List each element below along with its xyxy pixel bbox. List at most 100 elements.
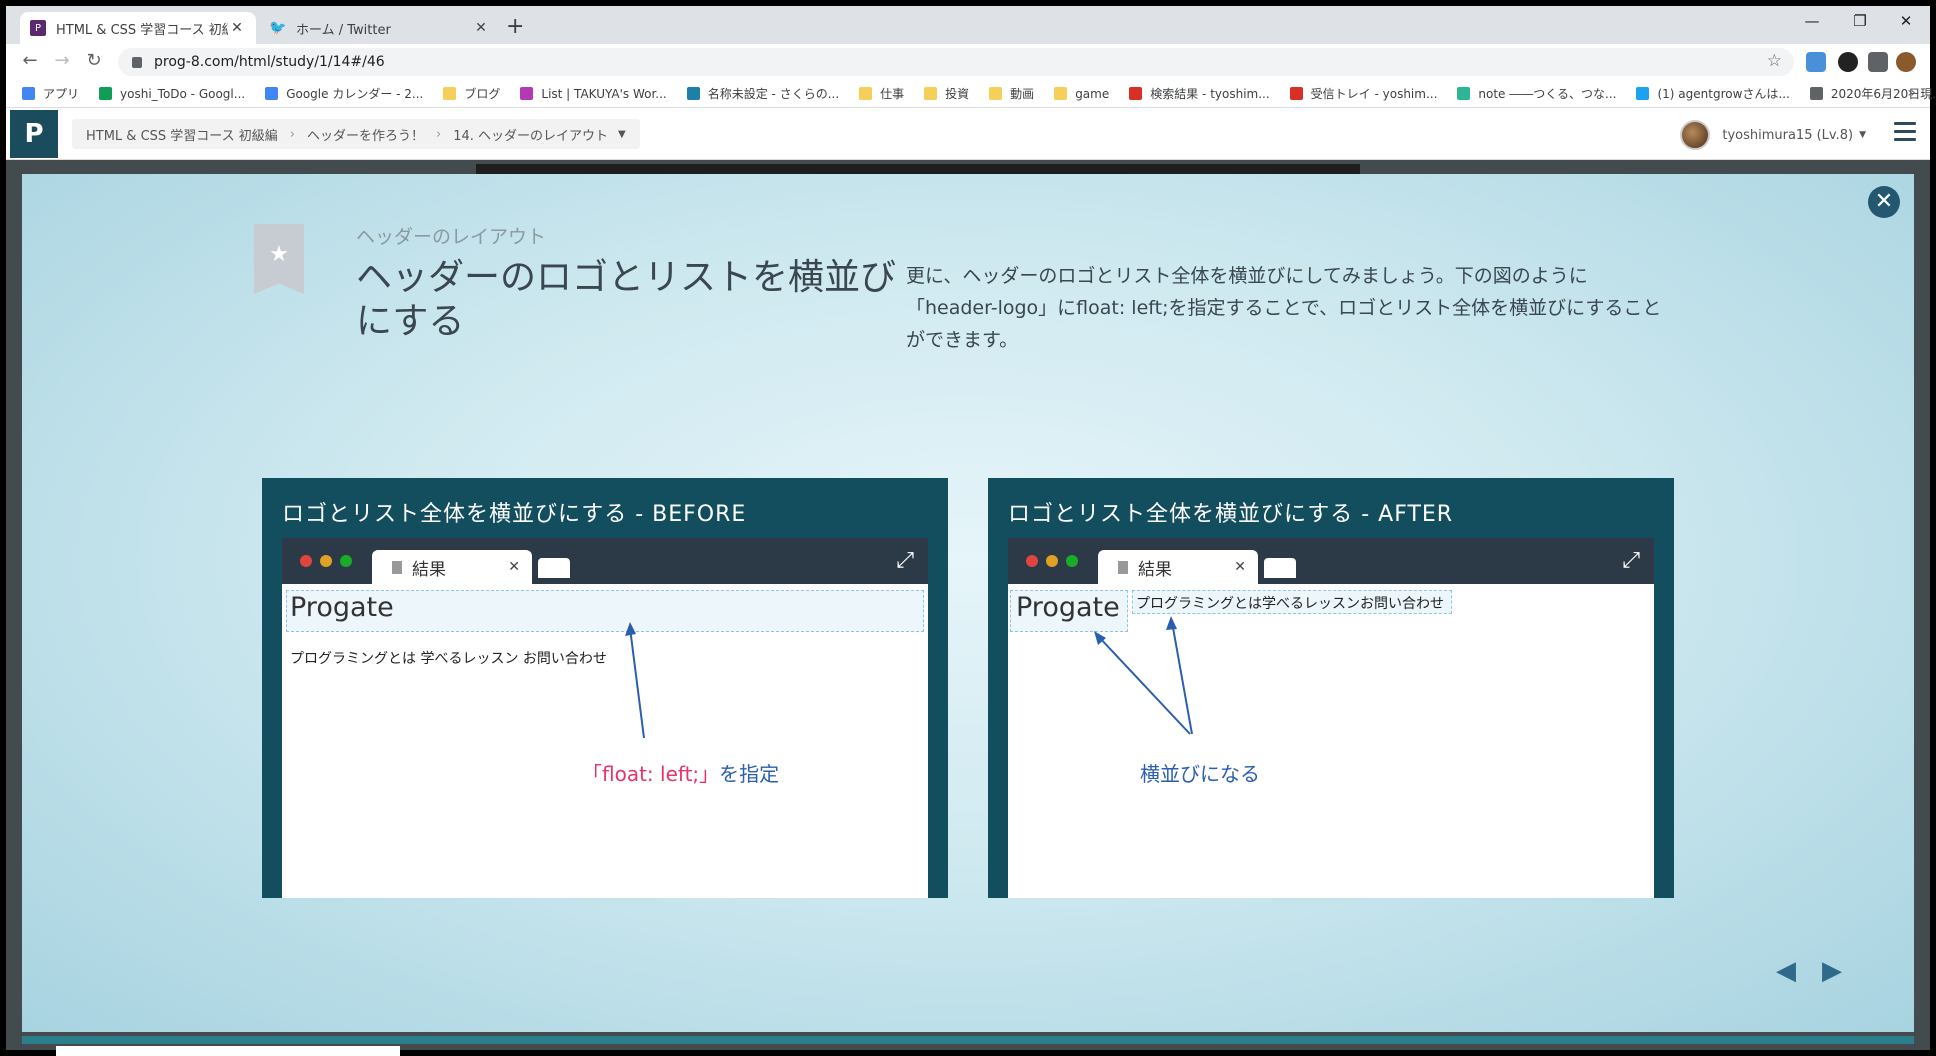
- twitter-icon: [1636, 87, 1650, 100]
- bookmark-item[interactable]: ブログ: [443, 85, 500, 102]
- bookmark-label: 検索結果 - tyoshim...: [1150, 87, 1270, 101]
- arrow-icon: [625, 622, 645, 739]
- browser-tab-strip: P HTML & CSS 学習コース 初級編 | ✕ 🐦 ホーム / Twitt…: [6, 6, 1930, 44]
- bookmark-item[interactable]: game: [1054, 87, 1109, 101]
- breadcrumb: HTML & CSS 学習コース 初級編 › ヘッダーを作ろう！ › 14. ヘ…: [72, 119, 640, 149]
- bookmark-item[interactable]: 動画: [989, 85, 1034, 102]
- bookmark-item[interactable]: 検索結果 - tyoshim...: [1129, 85, 1270, 102]
- menu-icon[interactable]: [1894, 122, 1916, 146]
- caret-down-icon[interactable]: ▼: [618, 129, 626, 140]
- chevron-right-icon: ›: [436, 126, 442, 142]
- browser-tab-progate[interactable]: P HTML & CSS 学習コース 初級編 | ✕: [20, 12, 256, 44]
- globe-icon: [1809, 87, 1823, 100]
- close-modal-button[interactable]: ✕: [1868, 186, 1900, 218]
- after-diagram: ロゴとリスト全体を横並びにする - AFTER 結果 ✕ ⤢ Progate プ…: [988, 478, 1674, 898]
- bookmark-item[interactable]: 名称未設定 - さくらの...: [686, 85, 840, 102]
- reload-button[interactable]: ↻: [82, 50, 106, 71]
- arrows-icon: [1094, 616, 1193, 735]
- bookmark-item[interactable]: 仕事: [859, 85, 904, 102]
- bottom-panel: [56, 1046, 400, 1056]
- bookmark-label: 受信トレイ - yoshim...: [1310, 87, 1438, 101]
- after-panel-title: ロゴとリスト全体を横並びにする - AFTER: [1008, 502, 1454, 527]
- slide-modal: ✕ ★ ヘッダーのレイアウト ヘッダーのロゴとリストを横並びにする 更に、ヘッダ…: [22, 174, 1914, 1032]
- sakura-icon: [686, 87, 700, 100]
- slide-description: 更に、ヘッダーのロゴとリスト全体を横並びにしてみましょう。下の図のように「hea…: [906, 265, 1662, 351]
- bookmark-label: (1) agentgrowさんは...: [1657, 87, 1790, 101]
- annotation-code: 「float: left;」: [582, 762, 720, 786]
- tab-title: ホーム / Twitter: [296, 22, 391, 38]
- extension-icon[interactable]: [1838, 52, 1858, 72]
- calendar-icon: [265, 87, 279, 100]
- more-bookmarks-icon[interactable]: »: [1907, 85, 1916, 101]
- breadcrumb-chapter[interactable]: ヘッダーを作ろう！: [307, 125, 424, 144]
- bookmark-label: 仕事: [880, 87, 905, 101]
- bookmarks-bar: アプリ yoshi_ToDo - Googl... Google カレンダー - 2…: [6, 80, 1936, 108]
- breadcrumb-course[interactable]: HTML & CSS 学習コース 初級編: [86, 125, 278, 144]
- bookmark-item[interactable]: note ――つくる、つな...: [1457, 85, 1616, 102]
- before-panel-title: ロゴとリスト全体を横並びにする - BEFORE: [282, 502, 747, 527]
- close-tab-icon[interactable]: ✕: [472, 20, 490, 36]
- prev-slide-button[interactable]: ◀: [1776, 956, 1796, 986]
- close-tab-icon[interactable]: ✕: [228, 20, 246, 36]
- result-window: 結果 ✕ ⤢ Progate プログラミングとは 学べるレッスン お問い合わせ …: [282, 538, 928, 898]
- restore-icon[interactable]: ❐: [1840, 12, 1880, 30]
- gmail-icon: [1129, 87, 1143, 100]
- tab-title: HTML & CSS 学習コース 初級編 |: [56, 22, 228, 38]
- back-button[interactable]: ←: [18, 50, 42, 71]
- chevron-right-icon: ›: [289, 126, 295, 142]
- before-annotation: 「float: left;」を指定: [582, 758, 779, 787]
- after-annotation: 横並びになる: [1140, 762, 1260, 786]
- caret-down-icon: ▼: [1859, 130, 1866, 140]
- next-slide-button[interactable]: ▶: [1822, 956, 1842, 986]
- twitter-favicon-icon: 🐦: [269, 20, 287, 36]
- browser-toolbar: ← → ↻ prog-8.com/html/study/1/14#/46 ☆: [6, 44, 1930, 80]
- note-icon: [1457, 87, 1471, 100]
- bookmark-label: ブログ: [464, 87, 501, 101]
- username: tyoshimura15 (Lv.8): [1722, 127, 1854, 143]
- profile-avatar-icon[interactable]: [1896, 52, 1916, 72]
- puzzle-icon[interactable]: [1868, 52, 1888, 72]
- user-menu[interactable]: tyoshimura15 (Lv.8) ▼: [1680, 120, 1866, 150]
- gmail-icon: [1289, 87, 1303, 100]
- bookmark-item[interactable]: (1) agentgrowさんは...: [1636, 85, 1790, 102]
- bookmark-label: 動画: [1010, 87, 1035, 101]
- bookmark-item[interactable]: List | TAKUYA's Wor...: [520, 86, 667, 101]
- progate-logo[interactable]: P: [10, 110, 58, 158]
- folder-icon: [1054, 87, 1068, 100]
- extension-icon[interactable]: [1806, 52, 1826, 72]
- new-tab-button[interactable]: +: [506, 14, 524, 39]
- progate-favicon-icon: P: [30, 20, 46, 36]
- bookmark-item[interactable]: 2020年6月20日現...: [1809, 85, 1936, 102]
- folder-icon: [859, 87, 873, 100]
- bookmark-label: 名称未設定 - さくらの...: [707, 87, 840, 101]
- bookmark-label: game: [1075, 86, 1110, 101]
- slide-subtitle: ヘッダーのレイアウト: [356, 226, 547, 248]
- bookmark-label: アプリ: [43, 87, 80, 101]
- bookmark-item[interactable]: yoshi_ToDo - Googl...: [99, 87, 245, 101]
- annotation-text: を指定: [719, 762, 780, 786]
- folder-icon: [443, 87, 457, 100]
- bookmark-item[interactable]: 投資: [924, 85, 969, 102]
- folder-icon: [989, 87, 1003, 100]
- bookmark-star-icon[interactable]: ☆: [1767, 51, 1782, 71]
- slide-title: ヘッダーのロゴとリストを横並びにする: [356, 257, 897, 342]
- before-diagram: ロゴとリスト全体を横並びにする - BEFORE 結果 ✕ ⤢ Progate …: [262, 478, 948, 898]
- browser-tab-twitter[interactable]: 🐦 ホーム / Twitter ✕: [260, 12, 500, 44]
- result-window: 結果 ✕ ⤢ Progate プログラミングとは学べるレッスンお問い合わせ 横並…: [1008, 538, 1654, 898]
- bookmark-label: Google カレンダー - 2...: [286, 87, 424, 101]
- minimize-icon[interactable]: —: [1792, 12, 1832, 30]
- apps-icon: [22, 87, 35, 100]
- close-window-icon[interactable]: ✕: [1886, 12, 1926, 30]
- forward-button[interactable]: →: [50, 50, 74, 71]
- bookmark-label: 投資: [945, 87, 970, 101]
- bookmark-item[interactable]: Google カレンダー - 2...: [265, 85, 423, 102]
- bookmark-item[interactable]: アプリ: [22, 85, 79, 102]
- bookmark-label: List | TAKUYA's Wor...: [541, 86, 667, 101]
- address-bar[interactable]: prog-8.com/html/study/1/14#/46 ☆: [118, 48, 1794, 76]
- breadcrumb-lesson[interactable]: 14. ヘッダーのレイアウト: [453, 125, 608, 144]
- star-ribbon-icon: ★: [254, 224, 304, 294]
- bookmark-item[interactable]: 受信トレイ - yoshim...: [1289, 85, 1438, 102]
- url-text: prog-8.com/html/study/1/14#/46: [154, 54, 385, 70]
- bottom-progress-bar: [22, 1036, 1914, 1044]
- bookmark-label: 2020年6月20日現...: [1830, 87, 1936, 101]
